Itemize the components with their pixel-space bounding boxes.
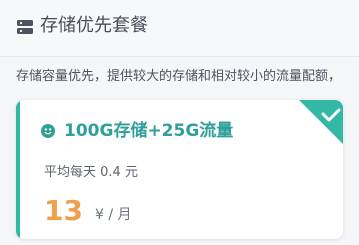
price-unit: ¥ / 月 [94, 207, 132, 223]
selected-check-icon [299, 100, 343, 144]
server-icon [17, 20, 33, 34]
daily-price-text: 平均每天 0.4 元 [44, 165, 138, 180]
plan-title: 100G存储+25G流量 [64, 121, 234, 141]
section-header: 存储优先套餐 [0, 0, 359, 57]
plan-description: 存储容量优先，提供较大的存储和相对较小的流量配额， [16, 69, 342, 84]
price-row: 13 ¥ / 月 [44, 196, 132, 226]
plan-title-row: 100G存储+25G流量 [40, 120, 233, 142]
plan-card[interactable]: 100G存储+25G流量 平均每天 0.4 元 13 ¥ / 月 [16, 100, 343, 239]
page-title: 存储优先套餐 [40, 15, 148, 36]
plan-price: 13 [44, 194, 83, 227]
plan-dot-icon [41, 124, 55, 138]
